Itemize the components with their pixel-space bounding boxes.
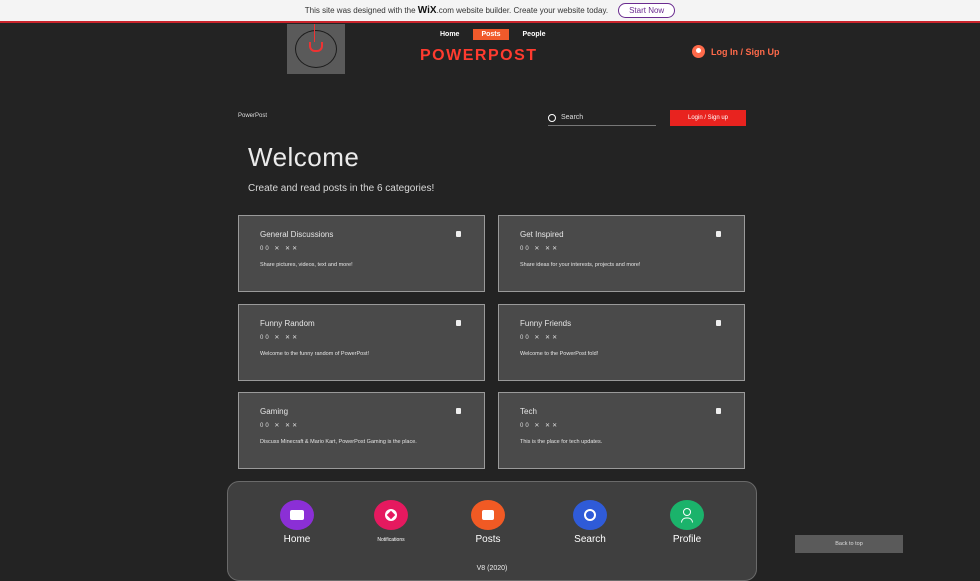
- lock-icon: [716, 408, 721, 414]
- bottom-nav-profile[interactable]: Profile: [652, 500, 722, 545]
- card-title[interactable]: Tech: [520, 407, 537, 416]
- lock-icon: [456, 231, 461, 237]
- bottom-nav-notifications[interactable]: Notifications: [356, 500, 426, 543]
- category-card-gaming[interactable]: Gaming 00 ✕ ✕✕ Discuss Minecraft & Mario…: [238, 392, 485, 469]
- bottom-nav-search[interactable]: Search: [555, 500, 625, 545]
- bottom-nav-label: Posts: [475, 534, 501, 545]
- lock-icon: [716, 231, 721, 237]
- card-stats: 00 ✕ ✕✕: [260, 423, 300, 429]
- site-logo[interactable]: [287, 24, 345, 74]
- start-now-button[interactable]: Start Now: [618, 3, 676, 18]
- bottom-nav-label: Search: [574, 534, 606, 545]
- card-title[interactable]: Gaming: [260, 407, 288, 416]
- category-card-general[interactable]: General Discussions 00 ✕ ✕✕ Share pictur…: [238, 215, 485, 292]
- card-description: Share pictures, videos, text and more!: [260, 262, 353, 268]
- card-description: Welcome to the funny random of PowerPost…: [260, 351, 370, 357]
- bottom-nav-posts[interactable]: Posts: [453, 500, 523, 545]
- wix-logo: WiX: [417, 5, 437, 16]
- header-login-label: Log In / Sign Up: [711, 46, 780, 57]
- user-avatar-icon: [692, 45, 705, 58]
- card-stats: 00 ✕ ✕✕: [260, 246, 300, 252]
- version-label: V8 (2020): [476, 565, 508, 572]
- card-stats: 00 ✕ ✕✕: [260, 335, 300, 341]
- page-title: Welcome: [248, 142, 360, 172]
- search-input[interactable]: Search: [561, 114, 583, 121]
- bottom-nav-home[interactable]: Home: [262, 500, 332, 545]
- category-card-inspired[interactable]: Get Inspired 00 ✕ ✕✕ Share ideas for you…: [498, 215, 745, 292]
- category-card-funny-random[interactable]: Funny Random 00 ✕ ✕✕ Welcome to the funn…: [238, 304, 485, 381]
- search-box[interactable]: Search: [548, 110, 656, 126]
- card-stats: 00 ✕ ✕✕: [520, 423, 560, 429]
- card-description: Welcome to the PowerPost fold!: [520, 351, 599, 357]
- lock-icon: [716, 320, 721, 326]
- posts-icon: [471, 500, 505, 530]
- lock-icon: [456, 408, 461, 414]
- nav-posts[interactable]: Posts: [473, 29, 509, 40]
- search-icon: [548, 113, 556, 122]
- bottom-nav-label: Home: [283, 534, 311, 545]
- search-icon: [573, 500, 607, 530]
- bottom-nav: Home Notifications Posts Search Profile …: [227, 481, 757, 581]
- bottom-nav-label: Notifications: [377, 537, 405, 543]
- header-login[interactable]: Log In / Sign Up: [692, 45, 780, 58]
- login-signup-button[interactable]: Login / Sign up: [670, 110, 746, 126]
- page-subtitle: Create and read posts in the 6 categorie…: [248, 183, 435, 194]
- card-title[interactable]: Funny Friends: [520, 319, 571, 328]
- card-title[interactable]: Get Inspired: [520, 230, 564, 239]
- card-title[interactable]: General Discussions: [260, 230, 333, 239]
- card-stats: 00 ✕ ✕✕: [520, 335, 560, 341]
- bell-icon: [374, 500, 408, 530]
- bottom-nav-label: Profile: [672, 534, 702, 545]
- card-description: Share ideas for your interests, projects…: [520, 262, 641, 268]
- card-description: Discuss Minecraft & Mario Kart, PowerPos…: [260, 439, 417, 445]
- category-card-funny-friends[interactable]: Funny Friends 00 ✕ ✕✕ Welcome to the Pow…: [498, 304, 745, 381]
- wix-banner: This site was designed with the WiX.com …: [0, 0, 980, 23]
- nav-home[interactable]: Home: [432, 29, 467, 40]
- breadcrumb[interactable]: PowerPost: [238, 113, 267, 119]
- card-description: This is the place for tech updates.: [520, 439, 603, 445]
- wix-banner-text: This site was designed with the WiX.com …: [304, 5, 609, 16]
- profile-icon: [670, 500, 704, 530]
- main-nav: Home Posts People: [432, 29, 553, 40]
- back-to-top-button[interactable]: Back to top: [795, 535, 903, 553]
- home-icon: [280, 500, 314, 530]
- lock-icon: [456, 320, 461, 326]
- category-card-tech[interactable]: Tech 00 ✕ ✕✕ This is the place for tech …: [498, 392, 745, 469]
- card-stats: 00 ✕ ✕✕: [520, 246, 560, 252]
- nav-people[interactable]: People: [515, 29, 554, 40]
- card-title[interactable]: Funny Random: [260, 319, 315, 328]
- brand-title: POWERPOST: [420, 47, 538, 64]
